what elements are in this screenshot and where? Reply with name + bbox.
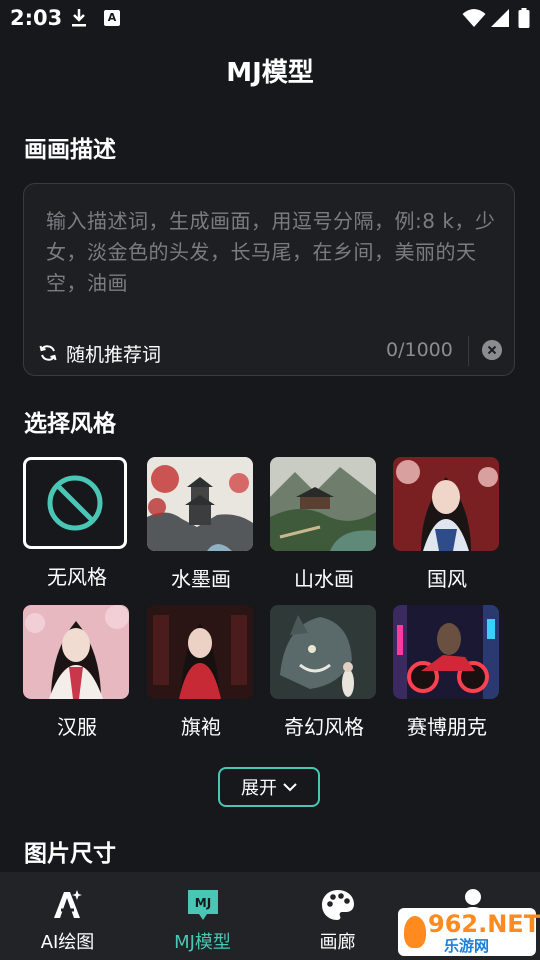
style-label: 无风格 [47, 565, 107, 589]
page-title: MJ模型 [226, 58, 314, 88]
style-option-qipao[interactable]: 旗袍 [147, 605, 255, 740]
description-placeholder: 输入描述词，生成画面，用逗号分隔，例:8 k，少女，淡金色的头发，长马尾，在乡间… [46, 209, 496, 295]
hanfu-thumbnail [23, 605, 129, 699]
style-option-hanfu[interactable]: 汉服 [23, 605, 131, 740]
signal-icon [491, 9, 509, 27]
expand-button[interactable]: 展开 [218, 767, 320, 807]
fantasy-thumbnail [270, 605, 376, 699]
accessibility-icon: A [104, 10, 120, 26]
clear-icon[interactable] [482, 340, 502, 360]
style-option-cyberpunk[interactable]: 赛博朋克 [393, 605, 501, 740]
style-label: 汉服 [57, 715, 97, 739]
style-option-none[interactable]: 无风格 [23, 457, 131, 590]
watermark-text: 962.NET [428, 910, 540, 938]
style-label: 水墨画 [171, 567, 231, 591]
wifi-icon [462, 9, 486, 27]
nav-gallery[interactable]: 画廊 [270, 872, 405, 960]
style-option-fantasy[interactable]: 奇幻风格 [270, 605, 378, 740]
nav-label: MJ模型 [174, 932, 231, 953]
status-time: 2:03 [10, 6, 63, 30]
chevron-down-icon [283, 783, 297, 792]
watermark-logo: 962.NET 乐游网 [398, 908, 540, 956]
qipao-thumbnail [147, 605, 253, 699]
style-label: 山水画 [294, 567, 354, 591]
nav-mj-model[interactable]: MJ MJ模型 [135, 872, 270, 960]
ink-painting-thumbnail [147, 457, 253, 551]
style-label: 奇幻风格 [284, 715, 364, 739]
battery-icon [518, 8, 530, 28]
expand-label: 展开 [241, 778, 277, 799]
ai-paint-icon [53, 890, 82, 918]
style-thumb-selected [23, 457, 127, 549]
style-option-landscape[interactable]: 山水画 [270, 457, 378, 592]
style-section-title: 选择风格 [24, 411, 116, 437]
mj-icon-badge: MJ [194, 896, 210, 910]
watermark-mascot-icon [404, 916, 426, 948]
random-suggest-label: 随机推荐词 [66, 343, 162, 366]
watermark-subtext: 乐游网 [444, 937, 490, 955]
style-option-ink[interactable]: 水墨画 [147, 457, 255, 592]
mj-icon: MJ [187, 890, 218, 920]
no-style-icon [47, 475, 103, 531]
status-bar: 2:03 A [0, 0, 540, 36]
landscape-painting-thumbnail [270, 457, 376, 551]
style-option-guofeng[interactable]: 国风 [393, 457, 501, 592]
char-counter: 0/1000 [386, 339, 453, 361]
divider [468, 336, 469, 366]
style-label: 旗袍 [181, 715, 221, 739]
guofeng-thumbnail [393, 457, 499, 551]
nav-label: AI绘图 [40, 932, 95, 953]
palette-icon [321, 890, 354, 920]
nav-ai-paint[interactable]: AI绘图 [0, 872, 135, 960]
cyberpunk-thumbnail [393, 605, 499, 699]
description-input[interactable]: 输入描述词，生成画面，用逗号分隔，例:8 k，少女，淡金色的头发，长马尾，在乡间… [23, 183, 515, 376]
refresh-icon [39, 345, 57, 361]
description-section-title: 画画描述 [24, 137, 116, 163]
style-label: 国风 [427, 567, 467, 591]
random-suggest-button[interactable]: 随机推荐词 [38, 338, 161, 368]
style-label: 赛博朋克 [407, 715, 487, 739]
nav-label: 画廊 [319, 932, 356, 953]
size-section-title: 图片尺寸 [24, 841, 116, 867]
download-icon [72, 9, 86, 27]
